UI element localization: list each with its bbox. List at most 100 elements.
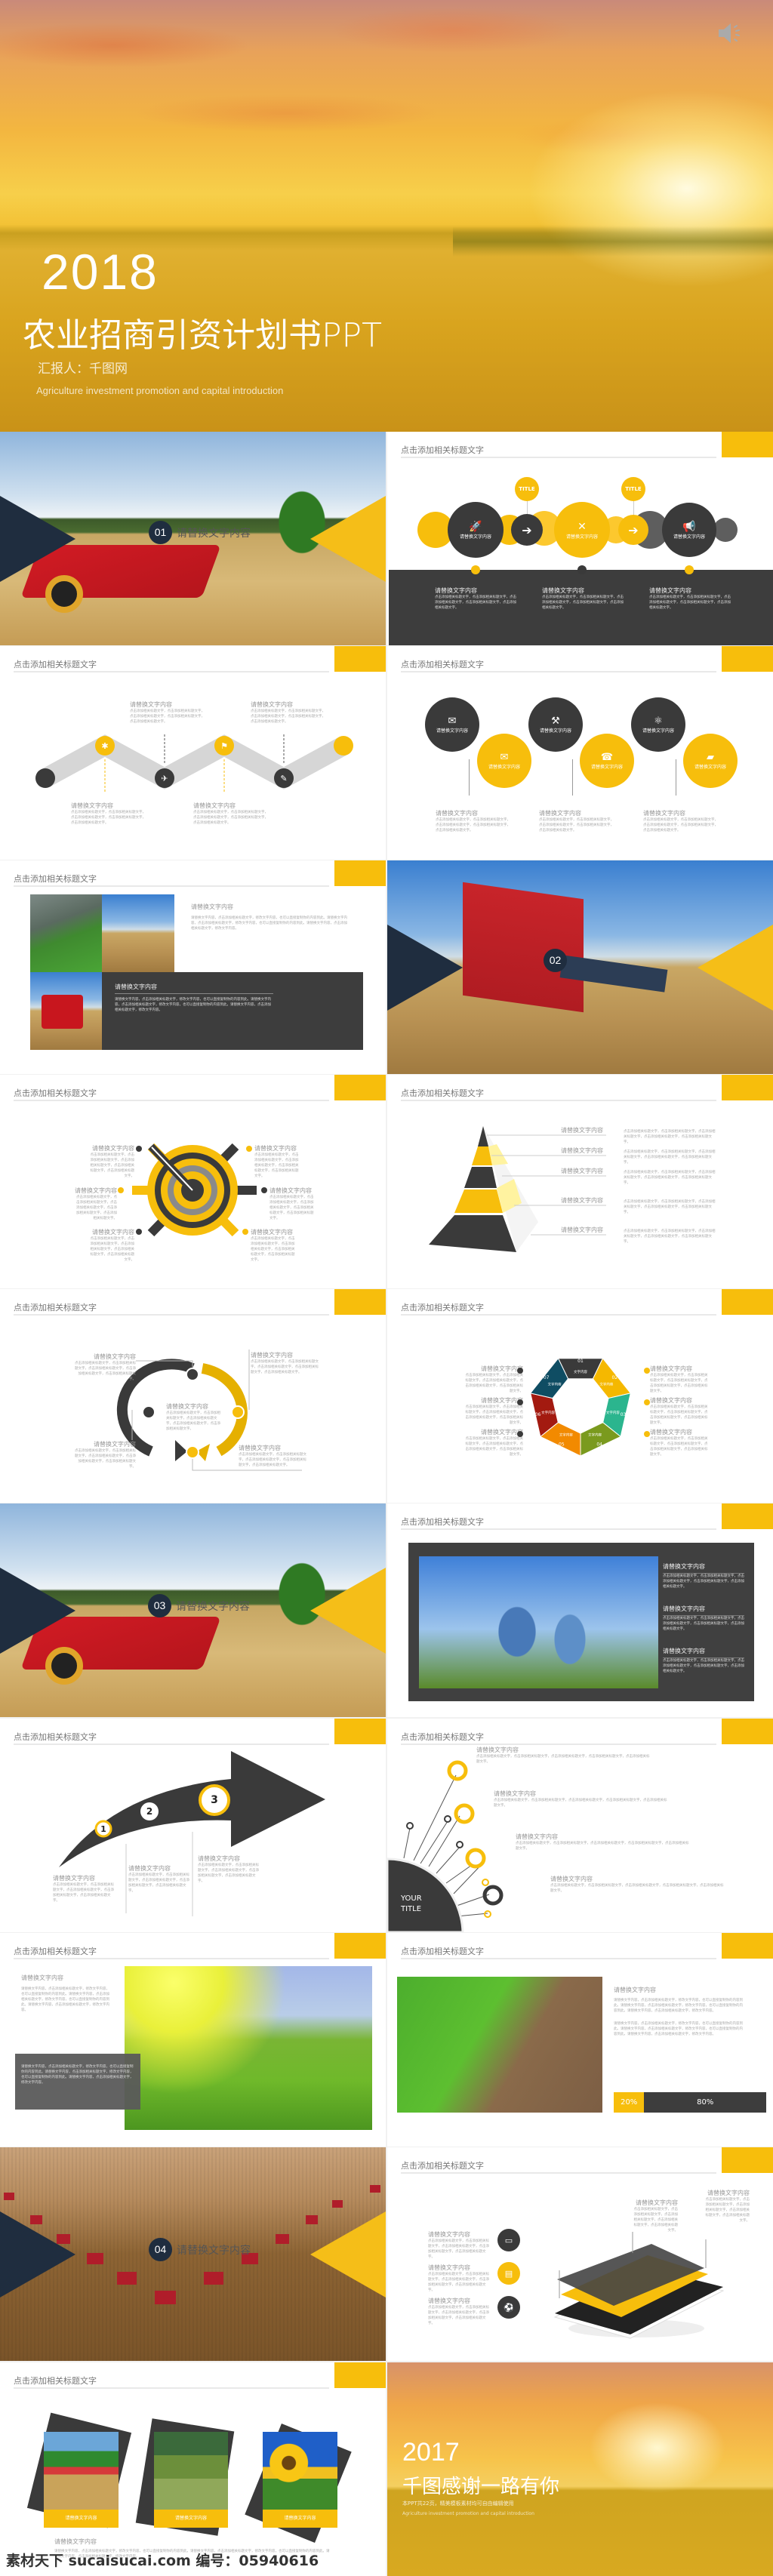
circle-label: 请替换文字内容 (488, 765, 520, 770)
ring-marker (465, 1848, 486, 1869)
step-number: 2 (146, 1806, 153, 1817)
accent-block (334, 1933, 386, 1959)
center-title: YOUR TITLE (401, 1894, 422, 1915)
text-block: 请替换文字内容 点击添加相关标题文字，点击添加相关标题文字，点击添加相关标题文字，… (436, 809, 511, 833)
navy-triangle (387, 925, 463, 1011)
segment-number: 02 (612, 1375, 618, 1380)
title-underline (401, 1958, 716, 1959)
block-title: 请替换文字内容 (54, 2538, 97, 2545)
segment-number: 06 (535, 1412, 541, 1417)
photo-cards-slide: 点击添加相关标题文字 请替换文字内容 请替换文字内容 请替换文字内容 请替换文字… (0, 2362, 386, 2576)
atom-icon: ⚛ (654, 716, 663, 727)
ring-marker (454, 1803, 475, 1824)
block-title: 请替换文字内容 (650, 1365, 692, 1372)
block-body: 点击添加相关标题文字，点击添加相关标题文字，点击添加相关标题文字，点击添加相关标… (75, 1362, 136, 1381)
block-body: 点击添加相关标题文字，点击添加相关标题文字，点击添加相关标题文字，点击添加相关标… (251, 709, 325, 724)
section-03-slide: 03 请替换文字内容 (0, 1503, 386, 1717)
block-title: 请替换文字内容 (614, 1987, 656, 1993)
text-block: 请替换文字内容 点击添加相关标题文字，点击添加相关标题文字，点击添加相关标题文字，… (550, 1875, 724, 1894)
progress-segment-20: 20% (614, 2092, 645, 2113)
block-title: 请替换文字内容 (130, 701, 172, 708)
cover-year: 2018 (42, 244, 159, 300)
text-block: 请替换文字内容 点击添加相关标题文字，点击添加相关标题文字，点击添加相关标题文字，… (539, 809, 614, 833)
ending-note: 本PPT共22页，精美模板素材均可自由编辑使用 (402, 2501, 514, 2507)
block-body: 点击添加相关标题文字，点击添加相关标题文字，点击添加相关标题文字，点击添加相关标… (663, 1574, 744, 1589)
bullet-dot (517, 1368, 523, 1374)
tablet-layers-slide: 点击添加相关标题文字 ▭ ▤ ⚽ 请替换文字内容 点击添加相关标题文字，点击添加相… (387, 2147, 773, 2361)
block-title: 请替换文字内容 (663, 1605, 744, 1616)
block-body: 点击添加相关标题文字，点击添加相关标题文字，点击添加相关标题文字，点击添加相关标… (251, 1237, 295, 1262)
photo-collage-slide: 点击添加相关标题文字 请替换文字内容 请替换文字内容，点击添加相关标题文字，修改文… (0, 860, 386, 1074)
block-title: 请替换文字内容 (663, 1562, 744, 1574)
block-title: 请替换文字内容 (650, 1397, 692, 1404)
icon-circle: ✉ 请替换文字内容 (425, 697, 479, 752)
text-block: 请替换文字内容 请替换文字内容，点击添加相关标题文字，修改文字内容，也可以直接复制… (191, 903, 350, 931)
text-block: 请替换文字内容 请替换文字内容，点击添加相关标题文字，修改文字内容，也可以直接复制… (21, 1974, 110, 2013)
level-label: 请替换文字内容 (561, 1147, 603, 1154)
phone-icon: ☎ (600, 752, 614, 763)
title-underline (14, 1958, 329, 1959)
tea-field-slide: 点击添加相关标题文字 请替换文字内容 请替换文字内容，点击添加相关标题文字，修改文… (0, 1933, 386, 2147)
title-tag: TITLE (621, 477, 645, 501)
zigzag-diagram: ✱ ✈ ⚑ ✎ (35, 733, 353, 793)
text-block: 请替换文字内容 点击添加相关标题文字，点击添加相关标题文字，点击添加相关标题文字，… (463, 1365, 524, 1394)
card-caption: 请替换文字内容 (44, 2510, 119, 2528)
open-mail-icon: ✉ (500, 752, 509, 763)
block-body: 点击添加相关标题文字，点击添加相关标题文字，点击添加相关标题文字，点击添加相关标… (539, 818, 614, 833)
circle-label: 请替换文字内容 (436, 728, 468, 734)
block-body: 点击添加相关标题文字，点击添加相关标题文字，点击添加相关标题文字，点击添加相关标… (193, 811, 268, 825)
block-body: 点击添加相关标题文字，点击添加相关标题文字，点击添加相关标题文字，点击添加相关标… (254, 1153, 299, 1178)
bullet-dot (644, 1399, 650, 1405)
block-body: 点击添加相关标题文字，点击添加相关标题文字，点击添加相关标题文字，点击添加相关标… (494, 1799, 667, 1808)
lock-icon (142, 1405, 156, 1419)
level-body: 点击添加相关标题文字，点击添加相关标题文字，点击添加相关标题文字，点击添加相关标… (624, 1150, 716, 1165)
title-underline (401, 671, 716, 672)
text-block: 请替换文字内容 点击添加相关标题文字，点击添加相关标题文字，点击添加相关标题文字，… (663, 1647, 744, 1674)
text-block: 请替换文字内容 点击添加相关标题文字，点击添加相关标题文字，点击添加相关标题文字，… (476, 1746, 650, 1765)
block-body: 点击添加相关标题文字，点击添加相关标题文字，点击添加相关标题文字，点击添加相关标… (198, 1864, 259, 1883)
block-body: 点击添加相关标题文字，点击添加相关标题文字，点击添加相关标题文字，点击添加相关标… (650, 1437, 708, 1457)
target-icon (186, 1445, 199, 1459)
cycle-arrows-slide: 点击添加相关标题文字 请替换文字内容 点击添加相关标题文字，点击添加相关标题文字，… (0, 1289, 386, 1503)
section-number-badge: 02 (544, 949, 567, 972)
block-body: 点击添加相关标题文字，点击添加相关标题文字，点击添加相关标题文字，点击添加相关标… (90, 1237, 135, 1262)
text-block: 请替换文字内容 点击添加相关标题文字，点击添加相关标题文字，点击添加相关标题文字，… (130, 700, 205, 725)
svg-text:✈: ✈ (161, 774, 168, 783)
segment-number: 07 (544, 1375, 550, 1380)
wrench-icon: ⚒ (551, 716, 560, 727)
section-04-slide: 04 请替换文字内容 (0, 2147, 386, 2361)
block-title: 请替换文字内容 (251, 1229, 293, 1236)
cover-subtitle: Agriculture investment promotion and cap… (36, 385, 284, 396)
block-body: 点击添加相关标题文字，点击添加相关标题文字，点击添加相关标题文字，点击添加相关标… (705, 2198, 750, 2223)
tea-plantation-photo (125, 1966, 372, 2130)
block-title: 请替换文字内容 (269, 1187, 312, 1194)
cover-title: 农业招商引资计划书PPT (23, 316, 382, 355)
target-diagram (118, 1143, 267, 1237)
level-body: 点击添加相关标题文字，点击添加相关标题文字，点击添加相关标题文字，点击添加相关标… (624, 1130, 716, 1144)
slide-title: 点击添加相关标题文字 (401, 1517, 484, 1527)
connector-line (572, 759, 573, 796)
title-underline (14, 2387, 329, 2389)
block-title: 请替换文字内容 (254, 1145, 297, 1152)
text-block: 请替换文字内容 点击添加相关标题文字，点击添加相关标题文字，点击添加相关标题文字，… (463, 1428, 524, 1457)
accent-block (334, 860, 386, 886)
block-title: 请替换文字内容 (516, 1833, 558, 1840)
block-title: 请替换文字内容 (707, 2190, 750, 2196)
info-block: 请替换文字内容 点击添加相关标题文字，点击添加相关标题文字，点击添加相关标题文字，… (542, 586, 625, 611)
tractor-harvest-photo (154, 2432, 228, 2510)
speaker-icon[interactable] (716, 18, 746, 48)
text-block: 请替换文字内容 点击添加相关标题文字，点击添加相关标题文字，点击添加相关标题文字，… (663, 1562, 744, 1590)
accent-block (722, 1503, 773, 1529)
circle-label: 请替换文字内容 (590, 765, 623, 770)
cover-reporter: 汇报人：千图网 (38, 362, 128, 377)
block-body: 请替换文字内容，点击添加相关标题文字，修改文字内容，也可以直接复制你的内容到此。… (21, 1987, 109, 2012)
bullet-dot (517, 1399, 523, 1405)
text-block: 请替换文字内容 点击添加相关标题文字，点击添加相关标题文字，点击添加相关标题文字，… (516, 1833, 689, 1851)
text-block: 请替换文字内容 点击添加相关标题文字，点击添加相关标题文字，点击添加相关标题文字，… (89, 1228, 135, 1263)
info-block: 请替换文字内容 点击添加相关标题文字，点击添加相关标题文字，点击添加相关标题文字，… (649, 586, 732, 611)
segment-number: 05 (559, 1442, 565, 1447)
text-block: 请替换文字内容 点击添加相关标题文字，点击添加相关标题文字，点击添加相关标题文字，… (494, 1790, 667, 1808)
text-block: 请替换文字内容 点击添加相关标题文字，点击添加相关标题文字，点击添加相关标题文字，… (650, 1365, 710, 1394)
title-quarter-circle (387, 1857, 464, 1932)
block-body: 点击添加相关标题文字，点击添加相关标题文字，点击添加相关标题文字，点击添加相关标… (75, 1449, 136, 1469)
